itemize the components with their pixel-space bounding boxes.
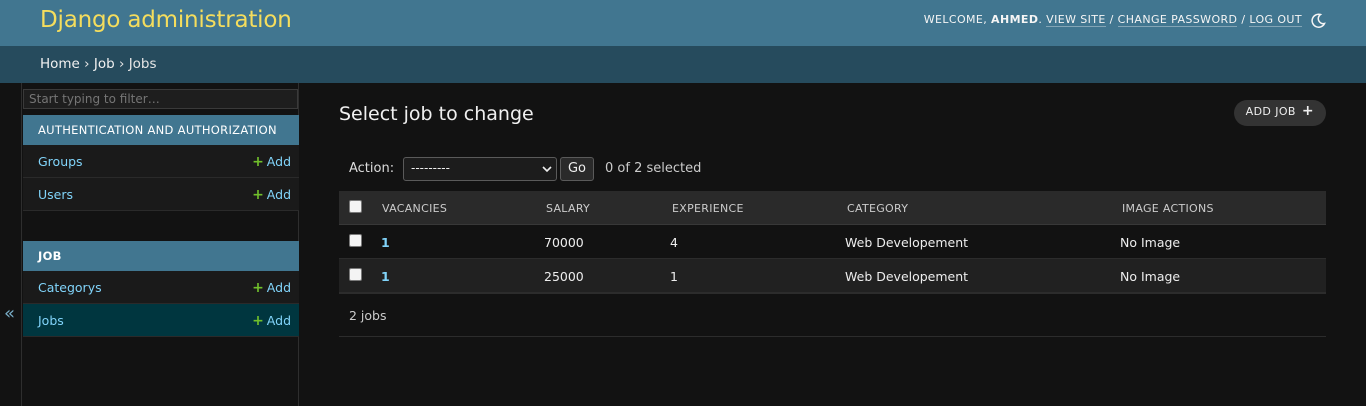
add-job-label: Add job xyxy=(1245,105,1296,118)
breadcrumb: Home › Job › Jobs xyxy=(0,46,1366,83)
table-row: 1 70000 4 Web Developement No Image xyxy=(339,225,1326,259)
row-vacancies-link[interactable]: 1 xyxy=(381,235,390,250)
table-row: 1 25000 1 Web Developement No Image xyxy=(339,259,1326,293)
paginator: 2 jobs xyxy=(339,293,1326,337)
add-job-link[interactable]: + Add xyxy=(252,313,291,329)
log-out-link[interactable]: Log out xyxy=(1249,13,1302,27)
plus-icon: + xyxy=(252,280,264,296)
table-header: Vacancies Salary Experience Category Ima… xyxy=(339,191,1326,225)
row-salary: 25000 xyxy=(544,269,584,284)
add-user-link[interactable]: + Add xyxy=(252,187,291,203)
module-caption-auth[interactable]: Authentication and Authorization xyxy=(23,115,299,145)
separator: / xyxy=(1109,13,1114,26)
breadcrumb-current: Jobs xyxy=(128,56,157,72)
view-site-link[interactable]: View site xyxy=(1046,13,1106,27)
row-experience: 4 xyxy=(670,235,678,250)
breadcrumb-separator: › xyxy=(84,56,90,72)
sidebar-item-label[interactable]: Users xyxy=(38,187,73,202)
breadcrumb-separator: › xyxy=(118,56,125,72)
main-content: Select job to change Add job + Action: --… xyxy=(339,83,1326,406)
action-selected-value: --------- xyxy=(411,161,450,175)
action-select[interactable]: --------- xyxy=(403,157,557,181)
plus-icon: + xyxy=(252,313,264,329)
column-header-experience[interactable]: Experience xyxy=(672,202,744,215)
welcome-text: Welcome, xyxy=(923,13,988,26)
actions-bar: Action: --------- Go 0 of 2 selected xyxy=(349,157,749,181)
row-salary: 70000 xyxy=(544,235,584,250)
add-label: Add xyxy=(266,187,291,202)
sidebar-item-categorys: Categorys + Add xyxy=(23,271,299,304)
chevron-down-icon xyxy=(542,163,552,173)
add-job-button[interactable]: Add job + xyxy=(1233,100,1326,126)
column-header-salary[interactable]: Salary xyxy=(546,202,590,215)
breadcrumb-home[interactable]: Home xyxy=(40,56,80,72)
add-label: Add xyxy=(266,313,291,328)
add-label: Add xyxy=(266,280,291,295)
result-table: Vacancies Salary Experience Category Ima… xyxy=(339,191,1326,293)
separator: / xyxy=(1241,13,1246,26)
row-checkbox[interactable] xyxy=(349,268,362,281)
sidebar-item-label[interactable]: Categorys xyxy=(38,280,102,295)
row-vacancies-link[interactable]: 1 xyxy=(381,269,390,284)
module-caption-job[interactable]: Job xyxy=(23,241,299,271)
username: Ahmed xyxy=(991,13,1039,26)
add-label: Add xyxy=(266,154,291,169)
row-category: Web Developement xyxy=(845,235,969,250)
user-tools: Welcome, Ahmed. View site / Change passw… xyxy=(923,13,1302,27)
sidebar-item-label[interactable]: Groups xyxy=(38,154,83,169)
change-password-link[interactable]: Change password xyxy=(1117,13,1238,27)
sidebar-item-groups: Groups + Add xyxy=(23,145,299,178)
row-image-actions: No Image xyxy=(1120,269,1181,284)
plus-icon: + xyxy=(252,154,264,170)
nav-sidebar: Authentication and Authorization Groups … xyxy=(22,83,299,406)
double-chevron-left-icon: « xyxy=(4,303,16,324)
row-image-actions: No Image xyxy=(1120,235,1181,250)
add-group-link[interactable]: + Add xyxy=(252,154,291,170)
row-checkbox[interactable] xyxy=(349,234,362,247)
add-category-link[interactable]: + Add xyxy=(252,280,291,296)
breadcrumb-job[interactable]: Job xyxy=(94,56,115,72)
sidebar-item-jobs: Jobs + Add xyxy=(23,304,299,337)
action-counter: 0 of 2 selected xyxy=(605,161,702,176)
go-button[interactable]: Go xyxy=(560,157,594,181)
column-header-image-actions: Image Actions xyxy=(1122,202,1214,215)
column-header-category[interactable]: Category xyxy=(847,202,908,215)
row-experience: 1 xyxy=(670,269,678,284)
plus-icon: + xyxy=(252,187,264,203)
nav-filter-input[interactable] xyxy=(23,89,298,109)
sidebar-item-label[interactable]: Jobs xyxy=(38,313,64,328)
moon-icon[interactable] xyxy=(1310,13,1326,29)
column-header-vacancies[interactable]: Vacancies xyxy=(382,202,447,215)
sidebar-toggle[interactable]: « xyxy=(0,83,22,406)
action-label: Action: xyxy=(349,161,395,176)
page-title: Select job to change xyxy=(339,103,534,125)
site-name[interactable]: Django administration xyxy=(40,7,292,33)
select-all-checkbox[interactable] xyxy=(349,200,362,213)
header: Django administration Welcome, Ahmed. Vi… xyxy=(0,0,1366,46)
row-category: Web Developement xyxy=(845,269,969,284)
plus-icon: + xyxy=(1301,103,1314,119)
sidebar-item-users: Users + Add xyxy=(23,178,299,211)
